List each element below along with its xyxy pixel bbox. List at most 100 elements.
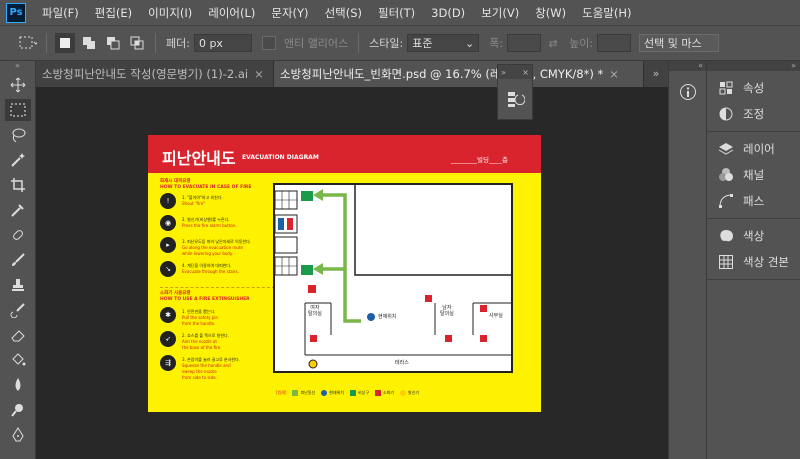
fire-step-en: Press the fire alarm button. (182, 223, 237, 228)
menu-image[interactable]: 이미지(I) (140, 5, 200, 21)
current-location-label: 현재위치 (378, 314, 397, 320)
collapse-toolbox-icon[interactable]: » (0, 61, 35, 71)
intersect-selection-icon[interactable] (127, 33, 147, 53)
menu-help[interactable]: 도움말(H) (574, 5, 639, 21)
eraser-tool-icon[interactable] (5, 324, 31, 346)
floor-plan: 여자 탈의실 남자 탈의실 사무실 현재위치 테라스 (273, 183, 513, 373)
add-to-selection-icon[interactable] (79, 33, 99, 53)
style-select[interactable]: 표준 ⌄ (407, 34, 480, 52)
feather-input[interactable]: 0 px (193, 34, 252, 52)
close-icon[interactable]: × (609, 67, 619, 81)
crop-tool-icon[interactable] (5, 174, 31, 196)
menu-filter[interactable]: 필터(T) (370, 5, 423, 21)
history-icon[interactable] (498, 79, 532, 119)
panel-channels[interactable]: 채널 (707, 162, 800, 188)
panel-label: 채널 (743, 168, 765, 182)
legend-label: 발신기 (408, 390, 420, 395)
fire-section-title-en: HOW TO EVACUATE IN CASE OF FIRE (160, 185, 252, 190)
fire-step-en: Go along the evacuation route (182, 245, 243, 250)
document-tab-active[interactable]: 소방청피난안내도_빈화면.psd @ 16.7% (레이어 4, CMYK/8*… (274, 61, 644, 87)
panel-paths[interactable]: 패스 (707, 188, 800, 214)
spray-icon: ⇶ (160, 355, 176, 371)
spot-healing-brush-icon[interactable] (5, 224, 31, 246)
panel-adjustments[interactable]: 조정 (707, 101, 800, 127)
subtract-from-selection-icon[interactable] (103, 33, 123, 53)
brush-tool-icon[interactable] (5, 249, 31, 271)
route-arrow-icon (292, 390, 299, 396)
current-location-icon (321, 390, 328, 396)
panel-label: 레이어 (743, 142, 775, 156)
menu-file[interactable]: 파일(F) (34, 5, 87, 21)
photoshop-logo-icon[interactable]: Ps (6, 2, 26, 23)
width-input[interactable] (507, 34, 542, 52)
swap-dimensions-icon[interactable]: ⇄ (543, 33, 563, 53)
collapse-panels-icon[interactable]: » (707, 61, 800, 71)
separator (358, 33, 360, 53)
collapsed-panel-column: « (668, 61, 706, 459)
expand-icon[interactable]: « (669, 61, 706, 71)
layers-icon (717, 142, 735, 156)
diagram-floor-line: ________빌딩____층 (451, 156, 508, 164)
floating-panel-header: » × (498, 65, 532, 79)
swatches-icon (717, 255, 735, 269)
expand-icon[interactable]: » (501, 68, 506, 77)
menu-select[interactable]: 선택(S) (317, 5, 370, 21)
fire-section-title: 화재시 대피요령 HOW TO EVACUATE IN CASE OF FIRE (160, 179, 251, 191)
document-canvas[interactable]: 피난안내도 EVACUATION DIAGRAM ________빌딩____층… (148, 135, 541, 412)
lasso-tool-icon[interactable] (5, 124, 31, 146)
history-brush-tool-icon[interactable] (5, 299, 31, 321)
close-icon[interactable]: × (254, 67, 264, 81)
antialias-checkbox[interactable] (261, 36, 276, 50)
fire-step-en2: while lowering your body. (182, 251, 234, 256)
new-selection-icon[interactable] (55, 33, 75, 53)
blur-tool-icon[interactable] (5, 374, 31, 396)
menu-3d[interactable]: 3D(D) (423, 6, 473, 20)
eyedropper-tool-icon[interactable] (5, 199, 31, 221)
document-tab[interactable]: 소방청피난안내도 작성(영문병기) (1)-2.ai × (36, 61, 274, 87)
room-men: 남자 탈의실 (440, 305, 454, 317)
panel-group-color: 색상 색상 견본 (707, 219, 800, 280)
magic-wand-tool-icon[interactable] (5, 149, 31, 171)
clone-stamp-tool-icon[interactable] (5, 274, 31, 296)
menu-view[interactable]: 보기(V) (473, 5, 527, 21)
menu-edit[interactable]: 편집(E) (87, 5, 140, 21)
room-office: 사무실 (489, 313, 503, 319)
fire-step: ◉ 2. 발신기(비상벨)를 누른다. Press the fire alarm… (160, 215, 280, 237)
paint-bucket-tool-icon[interactable] (5, 349, 31, 371)
move-tool-icon[interactable] (5, 74, 31, 96)
close-icon[interactable]: × (522, 68, 529, 77)
panel-color[interactable]: 색상 (707, 223, 800, 249)
dodge-tool-icon[interactable] (5, 399, 31, 421)
fire-step: ↘ 4. 계단을 이용하여 대피한다. Evacuate through the… (160, 261, 280, 283)
shout-icon: ! (160, 193, 176, 209)
info-icon[interactable] (669, 83, 706, 101)
canvas-area[interactable]: 피난안내도 EVACUATION DIAGRAM ________빌딩____층… (36, 87, 668, 459)
panel-swatches[interactable]: 색상 견본 (707, 249, 800, 275)
panel-properties[interactable]: 속성 (707, 75, 800, 101)
room-women-label: 여자 탈의실 (308, 305, 322, 317)
extinguisher-step-en3: from side to side. (182, 375, 217, 380)
extinguisher-step-en2: sweep the nozzle (182, 369, 217, 374)
marquee-tool-preset-icon[interactable] (18, 33, 38, 53)
style-label: 스타일: (369, 37, 404, 50)
pen-tool-icon[interactable] (5, 424, 31, 446)
fire-step: ! 1. "불이야"하고 외친다. Shout "fire" (160, 193, 280, 215)
panel-dock: » 속성 조정 레이어 채널 패스 색상 색상 견본 (706, 61, 800, 459)
tab-overflow-icon[interactable]: » (644, 61, 668, 87)
legend-item: 현재위치 (321, 390, 344, 396)
exit-sign-icon (349, 390, 356, 396)
panel-layers[interactable]: 레이어 (707, 136, 800, 162)
fire-step-en: Evacuate through the stairs. (182, 269, 239, 274)
menu-layer[interactable]: 레이어(L) (200, 5, 263, 21)
rectangular-marquee-tool-icon[interactable] (5, 99, 31, 121)
menu-window[interactable]: 창(W) (527, 5, 574, 21)
legend-item: 피난동선 (292, 390, 315, 396)
menu-type[interactable]: 문자(Y) (263, 5, 316, 21)
color-icon (717, 229, 735, 243)
extinguisher-step-en: Squeeze the handle and (182, 363, 231, 368)
legend-label: 현재위치 (329, 390, 344, 395)
select-and-mask-button[interactable]: 선택 및 마스 (639, 34, 720, 52)
section-divider (160, 287, 275, 288)
legend-label: 피난동선 (300, 390, 316, 395)
height-input[interactable] (597, 34, 632, 52)
